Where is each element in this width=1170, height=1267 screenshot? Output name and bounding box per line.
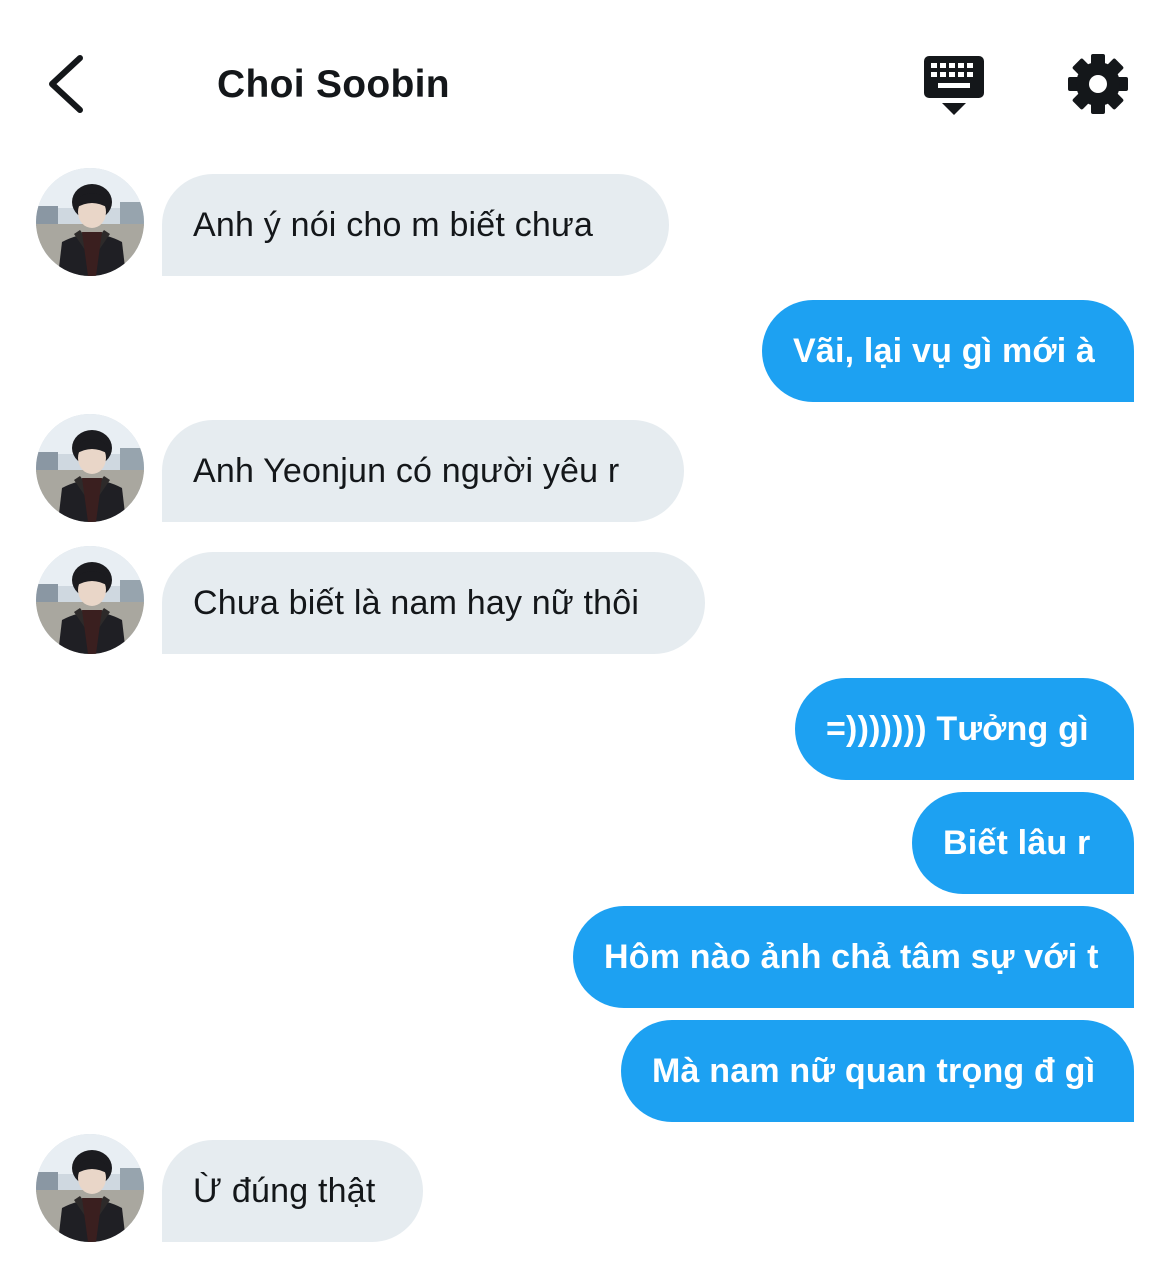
message-incoming[interactable]: Ừ đúng thật	[162, 1140, 423, 1242]
keyboard-hide-icon	[924, 56, 984, 115]
message-outgoing[interactable]: Hôm nào ảnh chả tâm sự với t	[573, 906, 1134, 1008]
chevron-left-icon	[49, 55, 83, 113]
conversation-header: Choi Soobin	[0, 0, 1170, 160]
message-incoming[interactable]: Chưa biết là nam hay nữ thôi	[162, 552, 705, 654]
gear-icon	[1068, 54, 1128, 114]
message-incoming[interactable]: Anh Yeonjun có người yêu r	[162, 420, 684, 522]
avatar[interactable]	[36, 168, 144, 276]
keyboard-toggle-button[interactable]	[920, 52, 988, 118]
message-outgoing[interactable]: Biết lâu r	[912, 792, 1134, 894]
avatar[interactable]	[36, 414, 144, 522]
back-button[interactable]	[36, 44, 106, 124]
message-incoming[interactable]: Anh ý nói cho m biết chưa	[162, 174, 669, 276]
avatar[interactable]	[36, 546, 144, 654]
message-outgoing[interactable]: Mà nam nữ quan trọng đ gì	[621, 1020, 1134, 1122]
settings-button[interactable]	[1064, 50, 1132, 118]
avatar[interactable]	[36, 1134, 144, 1242]
message-outgoing[interactable]: Vãi, lại vụ gì mới à	[762, 300, 1134, 402]
conversation-title: Choi Soobin	[217, 63, 450, 106]
message-outgoing[interactable]: =))))))) Tưởng gì	[795, 678, 1134, 780]
